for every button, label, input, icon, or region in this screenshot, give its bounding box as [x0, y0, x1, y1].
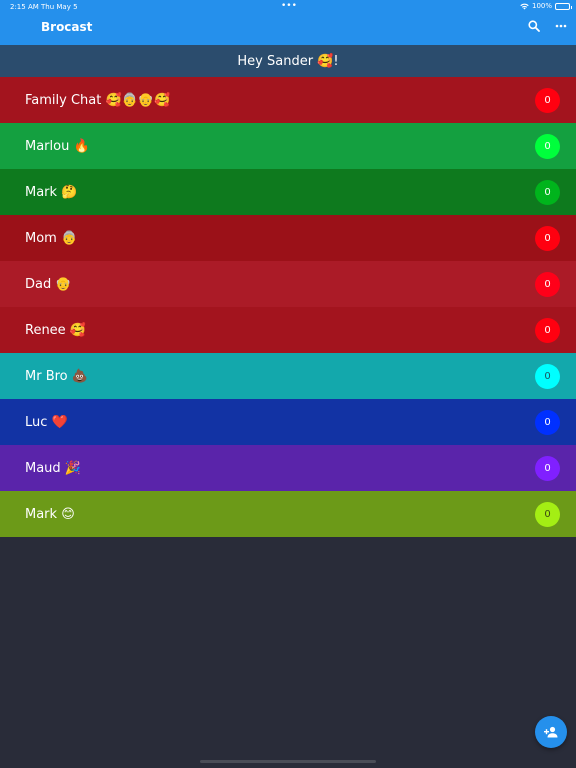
- more-horizontal-icon: [555, 24, 567, 28]
- more-options-button[interactable]: [553, 18, 569, 34]
- add-contact-icon: [544, 726, 558, 738]
- battery-icon: [555, 2, 572, 10]
- status-time: 2:15 AM: [10, 3, 39, 11]
- chat-name: Mom 👵: [25, 230, 78, 246]
- chat-row[interactable]: Mark 🤔 0: [0, 169, 576, 215]
- chat-name: Renee 🥰: [25, 322, 87, 338]
- app-header: 2:15 AM Thu May 5 ••• 100% Brocast: [0, 0, 576, 45]
- chat-name: Luc ❤️: [25, 414, 68, 430]
- chat-row[interactable]: Luc ❤️ 0: [0, 399, 576, 445]
- wifi-icon: [520, 3, 529, 9]
- chat-row[interactable]: Mark 😊 0: [0, 491, 576, 537]
- greeting-banner: Hey Sander 🥰!: [0, 45, 576, 77]
- unread-count-badge: 0: [535, 364, 560, 389]
- chat-row[interactable]: Mr Bro 💩 0: [0, 353, 576, 399]
- battery-percentage: 100%: [531, 2, 552, 10]
- search-icon: [528, 20, 540, 32]
- chat-name: Dad 👴: [25, 276, 72, 292]
- unread-count-badge: 0: [535, 180, 560, 205]
- greeting-text: Hey Sander 🥰!: [237, 53, 339, 69]
- unread-count-badge: 0: [535, 272, 560, 297]
- chat-name: Mark 😊: [25, 506, 75, 522]
- unread-count-badge: 0: [535, 134, 560, 159]
- status-date: Thu May 5: [41, 3, 78, 11]
- chat-row[interactable]: Marlou 🔥 0: [0, 123, 576, 169]
- chat-list: Family Chat 🥰👵👴🥰 0 Marlou 🔥 0 Mark 🤔 0 Mom 👵 0 D…: [0, 77, 576, 537]
- multitasking-dots-icon[interactable]: •••: [281, 1, 297, 11]
- status-bar: 2:15 AM Thu May 5 ••• 100%: [0, 0, 576, 14]
- unread-count-badge: 0: [535, 88, 560, 113]
- app-title: Brocast: [41, 20, 93, 34]
- unread-count-badge: 0: [535, 456, 560, 481]
- status-indicators: 100%: [520, 2, 572, 10]
- chat-row[interactable]: Family Chat 🥰👵👴🥰 0: [0, 77, 576, 123]
- unread-count-badge: 0: [535, 410, 560, 435]
- unread-count-badge: 0: [535, 318, 560, 343]
- chat-name: Marlou 🔥: [25, 138, 90, 154]
- chat-name: Maud 🎉: [25, 460, 81, 476]
- chat-row[interactable]: Dad 👴 0: [0, 261, 576, 307]
- chat-row[interactable]: Mom 👵 0: [0, 215, 576, 261]
- add-friend-button[interactable]: [535, 716, 567, 748]
- unread-count-badge: 0: [535, 226, 560, 251]
- chat-name: Mr Bro 💩: [25, 368, 88, 384]
- chat-name: Family Chat 🥰👵👴🥰: [25, 92, 171, 108]
- chat-name: Mark 🤔: [25, 184, 78, 200]
- chat-row[interactable]: Renee 🥰 0: [0, 307, 576, 353]
- home-indicator[interactable]: [200, 760, 376, 763]
- unread-count-badge: 0: [535, 502, 560, 527]
- chat-row[interactable]: Maud 🎉 0: [0, 445, 576, 491]
- search-button[interactable]: [526, 18, 542, 34]
